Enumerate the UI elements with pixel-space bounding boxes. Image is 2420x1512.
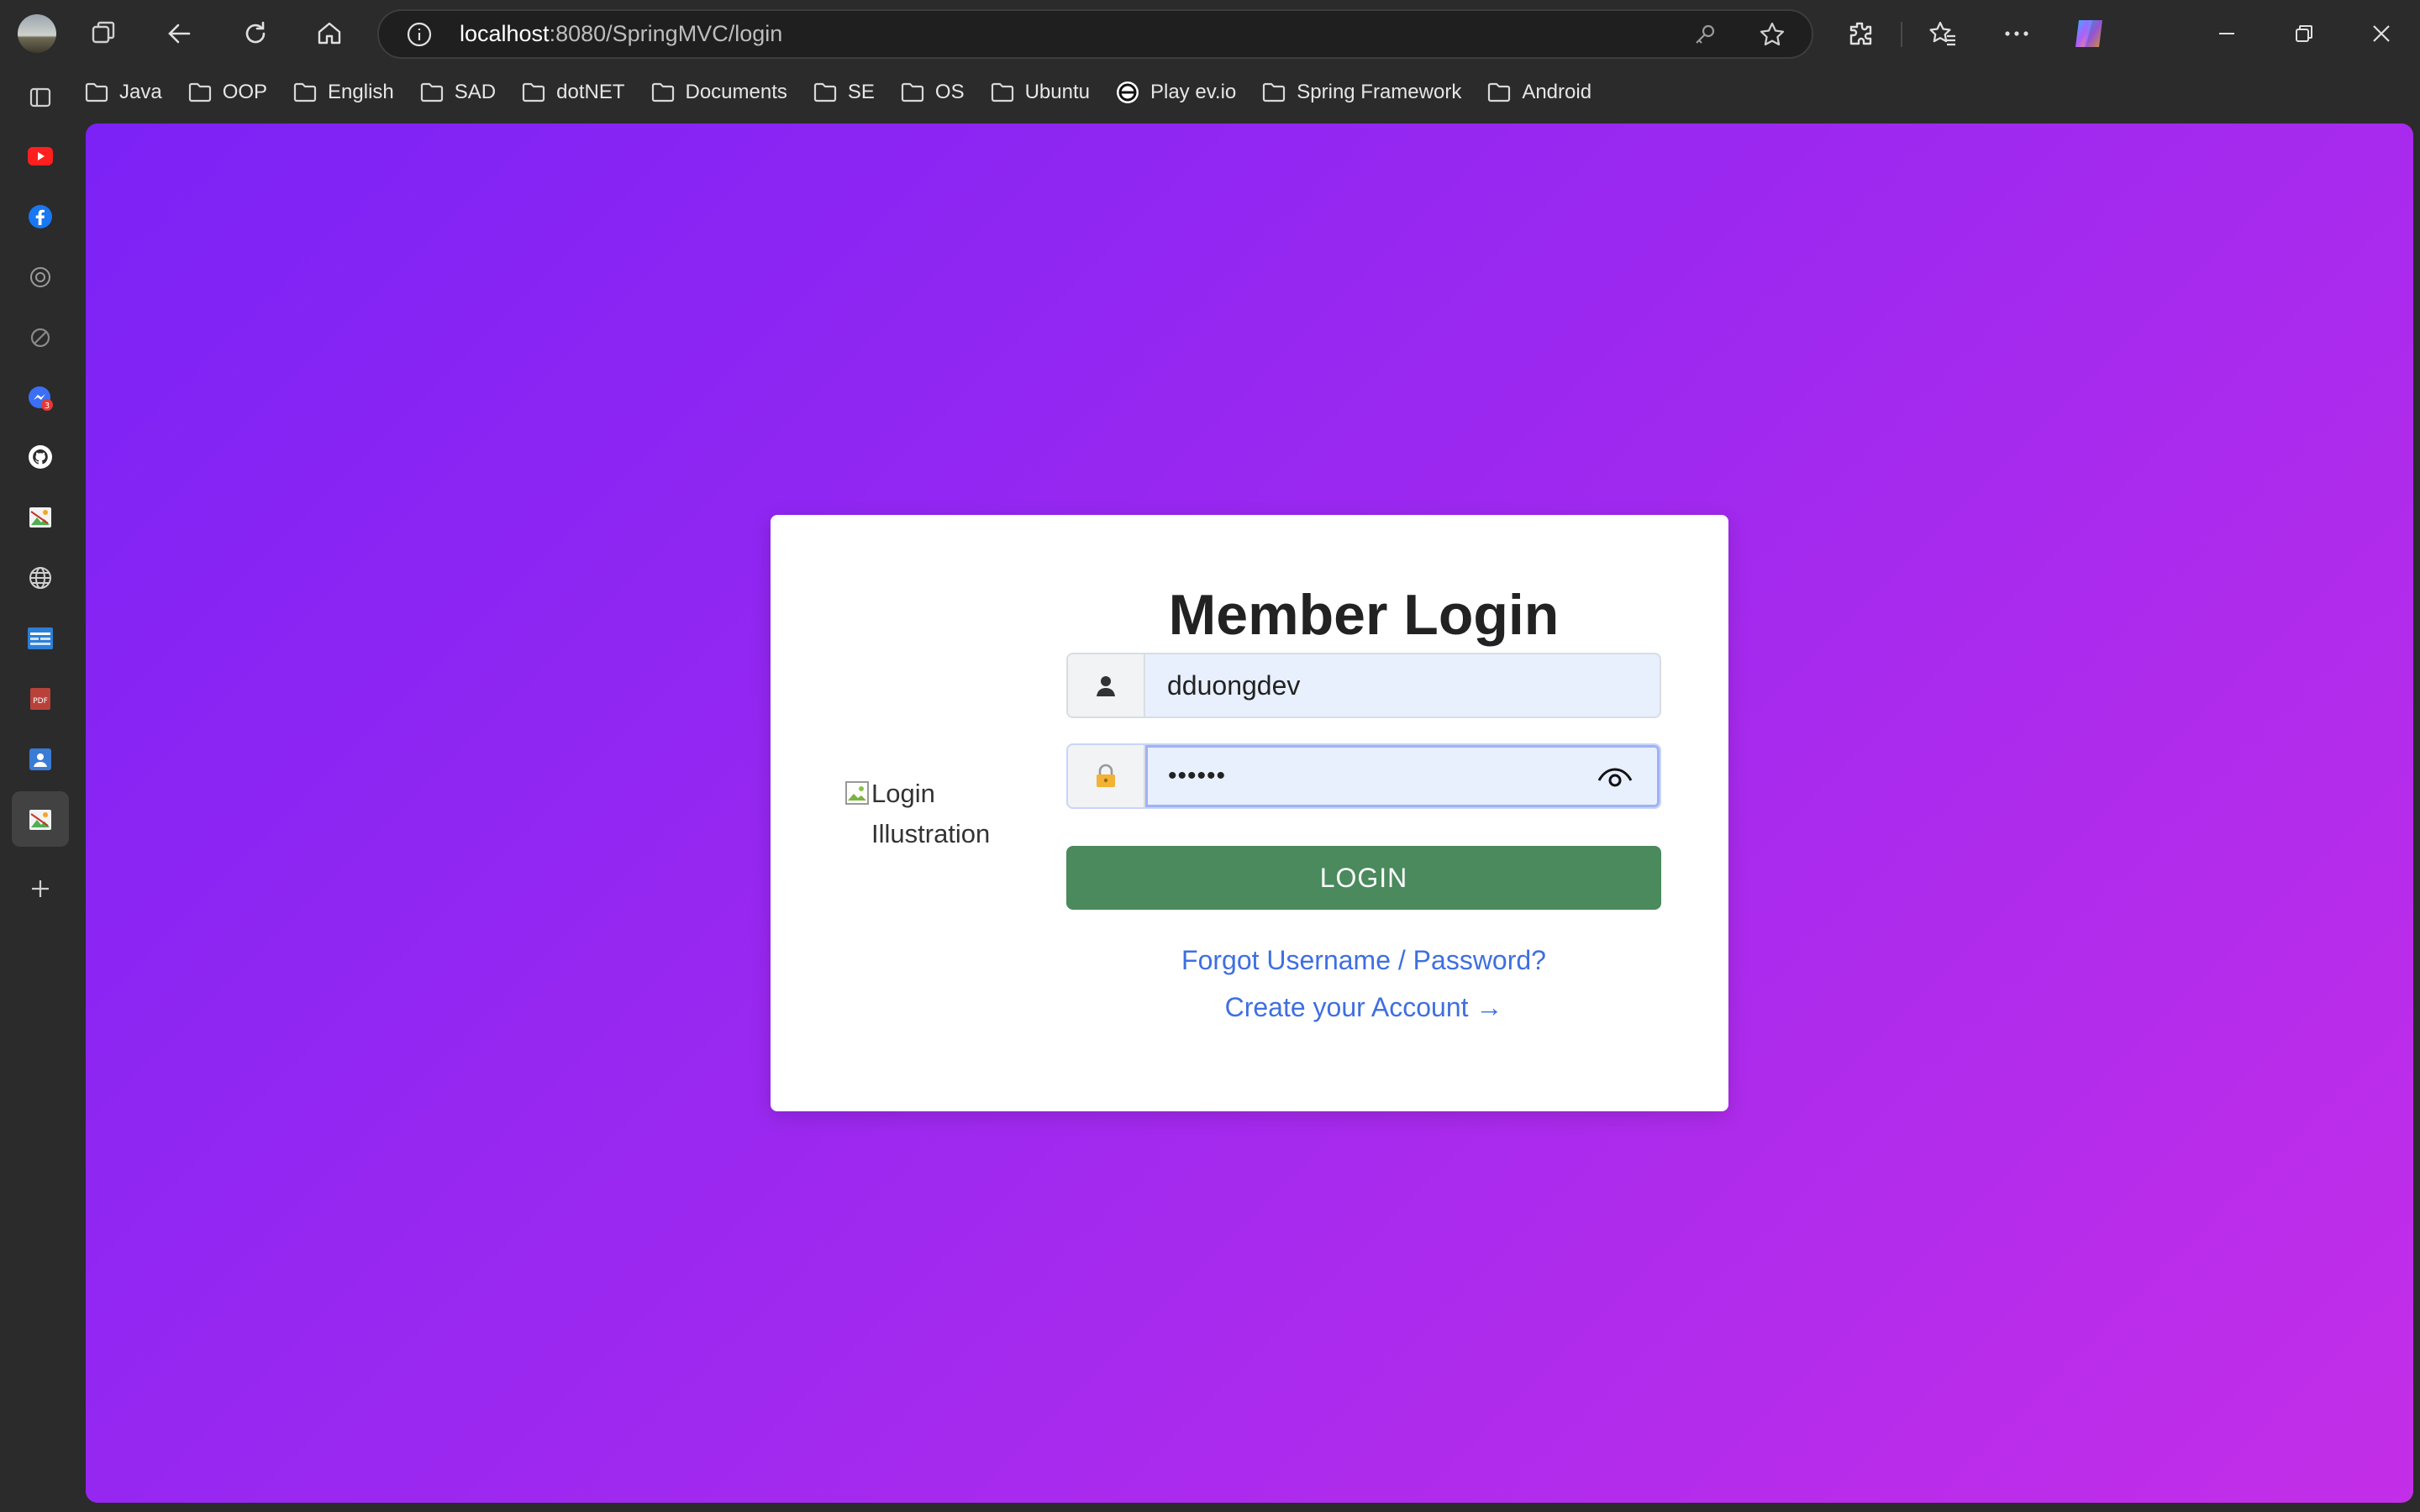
url-path: :8080/SpringMVC/login: [549, 21, 783, 46]
page-viewport: Login Illustration Member Login dduongde…: [86, 123, 2413, 1503]
github-icon[interactable]: [24, 440, 57, 474]
bookmark-item[interactable]: dotNET: [521, 81, 625, 104]
workspaces-icon[interactable]: [87, 17, 121, 50]
refresh-icon[interactable]: [239, 17, 272, 50]
bookmark-label: Java: [119, 81, 162, 103]
browser-titlebar: localhost:8080/SpringMVC/login: [0, 0, 2420, 67]
bookmark-item[interactable]: SE: [813, 81, 875, 104]
browser-sidebar: 3 PDF: [0, 67, 84, 1512]
bookmark-item[interactable]: Documents: [650, 81, 787, 104]
add-sidebar-app-icon[interactable]: [24, 872, 57, 906]
code-editor-icon[interactable]: [24, 622, 57, 655]
folder-icon: [1261, 81, 1297, 103]
folder-icon: [990, 81, 1025, 103]
folder-icon: [419, 81, 455, 103]
folder-icon: [650, 81, 686, 103]
youtube-icon[interactable]: [24, 139, 57, 173]
chatgpt-icon[interactable]: [24, 260, 57, 294]
login-button[interactable]: LOGIN: [1066, 846, 1661, 910]
restore-icon[interactable]: [2287, 17, 2321, 50]
username-addon: [1068, 654, 1145, 717]
login-illustration-image: Login Illustration: [844, 774, 996, 854]
folder-icon: [521, 81, 556, 103]
bookmark-item[interactable]: Ubuntu: [990, 81, 1090, 104]
login-card: Login Illustration Member Login dduongde…: [771, 515, 1728, 1111]
address-bar[interactable]: localhost:8080/SpringMVC/login: [377, 9, 1813, 59]
bookmark-item[interactable]: SAD: [419, 81, 496, 104]
facebook-icon[interactable]: [24, 200, 57, 234]
forgot-credentials-link[interactable]: Forgot Username / Password?: [1066, 945, 1661, 976]
site-info-icon[interactable]: [402, 18, 436, 51]
bookmark-label: dotNET: [556, 81, 625, 103]
svg-text:PDF: PDF: [33, 697, 48, 706]
folder-icon: [84, 81, 119, 103]
home-icon[interactable]: [313, 17, 346, 50]
username-input[interactable]: dduongdev: [1167, 654, 1300, 717]
password-masked-value: ••••••: [1168, 762, 1227, 790]
folder-icon: [900, 81, 935, 103]
image-app-icon[interactable]: [24, 501, 57, 534]
page-title: Member Login: [1168, 583, 1560, 647]
extensions-icon[interactable]: [1844, 17, 1877, 50]
bookmark-label: OOP: [222, 81, 268, 103]
close-icon[interactable]: [2365, 17, 2398, 50]
bookmark-label: SAD: [454, 81, 497, 103]
perplexity-icon[interactable]: [24, 321, 57, 354]
favorite-star-icon[interactable]: [1755, 18, 1789, 51]
password-field[interactable]: ••••••: [1066, 743, 1661, 809]
bookmark-item[interactable]: OS: [900, 81, 965, 104]
folder-icon: [187, 81, 223, 103]
messenger-icon[interactable]: 3: [24, 381, 57, 415]
user-icon: [1097, 676, 1115, 696]
pdf-icon[interactable]: PDF: [24, 682, 57, 716]
bookmarks-bar: Java OOP English SAD dotNET Documents SE OS Ubun…: [84, 76, 1617, 109]
favorites-icon[interactable]: [1926, 17, 1960, 50]
back-icon[interactable]: [163, 17, 197, 50]
password-key-icon[interactable]: [1688, 18, 1722, 51]
toolbar-divider: [1901, 22, 1902, 47]
password-input[interactable]: ••••••: [1145, 745, 1660, 807]
more-options-icon[interactable]: [2000, 17, 2033, 50]
folder-icon: [292, 81, 328, 103]
bookmark-item[interactable]: Android: [1486, 81, 1591, 104]
image-app-active-icon[interactable]: [24, 803, 57, 837]
folder-icon: [1486, 81, 1522, 103]
login-illustration-alt-text: Login Illustration: [871, 779, 991, 848]
bookmark-label: Spring Framework: [1297, 81, 1462, 103]
bookmark-item[interactable]: Play ev.io: [1115, 80, 1236, 105]
url-host: localhost: [460, 21, 550, 46]
evio-icon: [1115, 80, 1150, 105]
bookmark-item[interactable]: OOP: [187, 81, 267, 104]
url-text[interactable]: localhost:8080/SpringMVC/login: [460, 11, 782, 57]
bookmark-label: Play ev.io: [1150, 81, 1237, 103]
bookmark-item[interactable]: Java: [84, 81, 162, 104]
bookmark-label: Ubuntu: [1024, 81, 1090, 103]
minimize-icon[interactable]: [2210, 17, 2244, 50]
bookmark-item[interactable]: English: [292, 81, 394, 104]
bookmark-item[interactable]: Spring Framework: [1261, 81, 1461, 104]
bookmark-label: Android: [1522, 81, 1592, 103]
lock-icon: [1097, 764, 1115, 787]
password-addon: [1068, 745, 1145, 807]
bookmark-label: SE: [847, 81, 875, 103]
create-account-link[interactable]: Create your Account →: [1066, 992, 1661, 1023]
globe-icon[interactable]: [24, 561, 57, 595]
bookmark-label: Documents: [685, 81, 787, 103]
sidebar-toggle-icon[interactable]: [24, 81, 57, 114]
svg-text:3: 3: [45, 402, 50, 411]
profile-avatar[interactable]: [15, 12, 59, 55]
show-password-eye-icon[interactable]: [1597, 766, 1634, 791]
bookmark-label: English: [328, 81, 394, 103]
contacts-icon[interactable]: [24, 743, 57, 776]
folder-icon: [813, 81, 848, 103]
bookmark-label: OS: [934, 81, 965, 103]
copilot-icon[interactable]: [2069, 13, 2109, 54]
username-field[interactable]: dduongdev: [1066, 653, 1661, 718]
broken-image-icon: [845, 781, 869, 805]
